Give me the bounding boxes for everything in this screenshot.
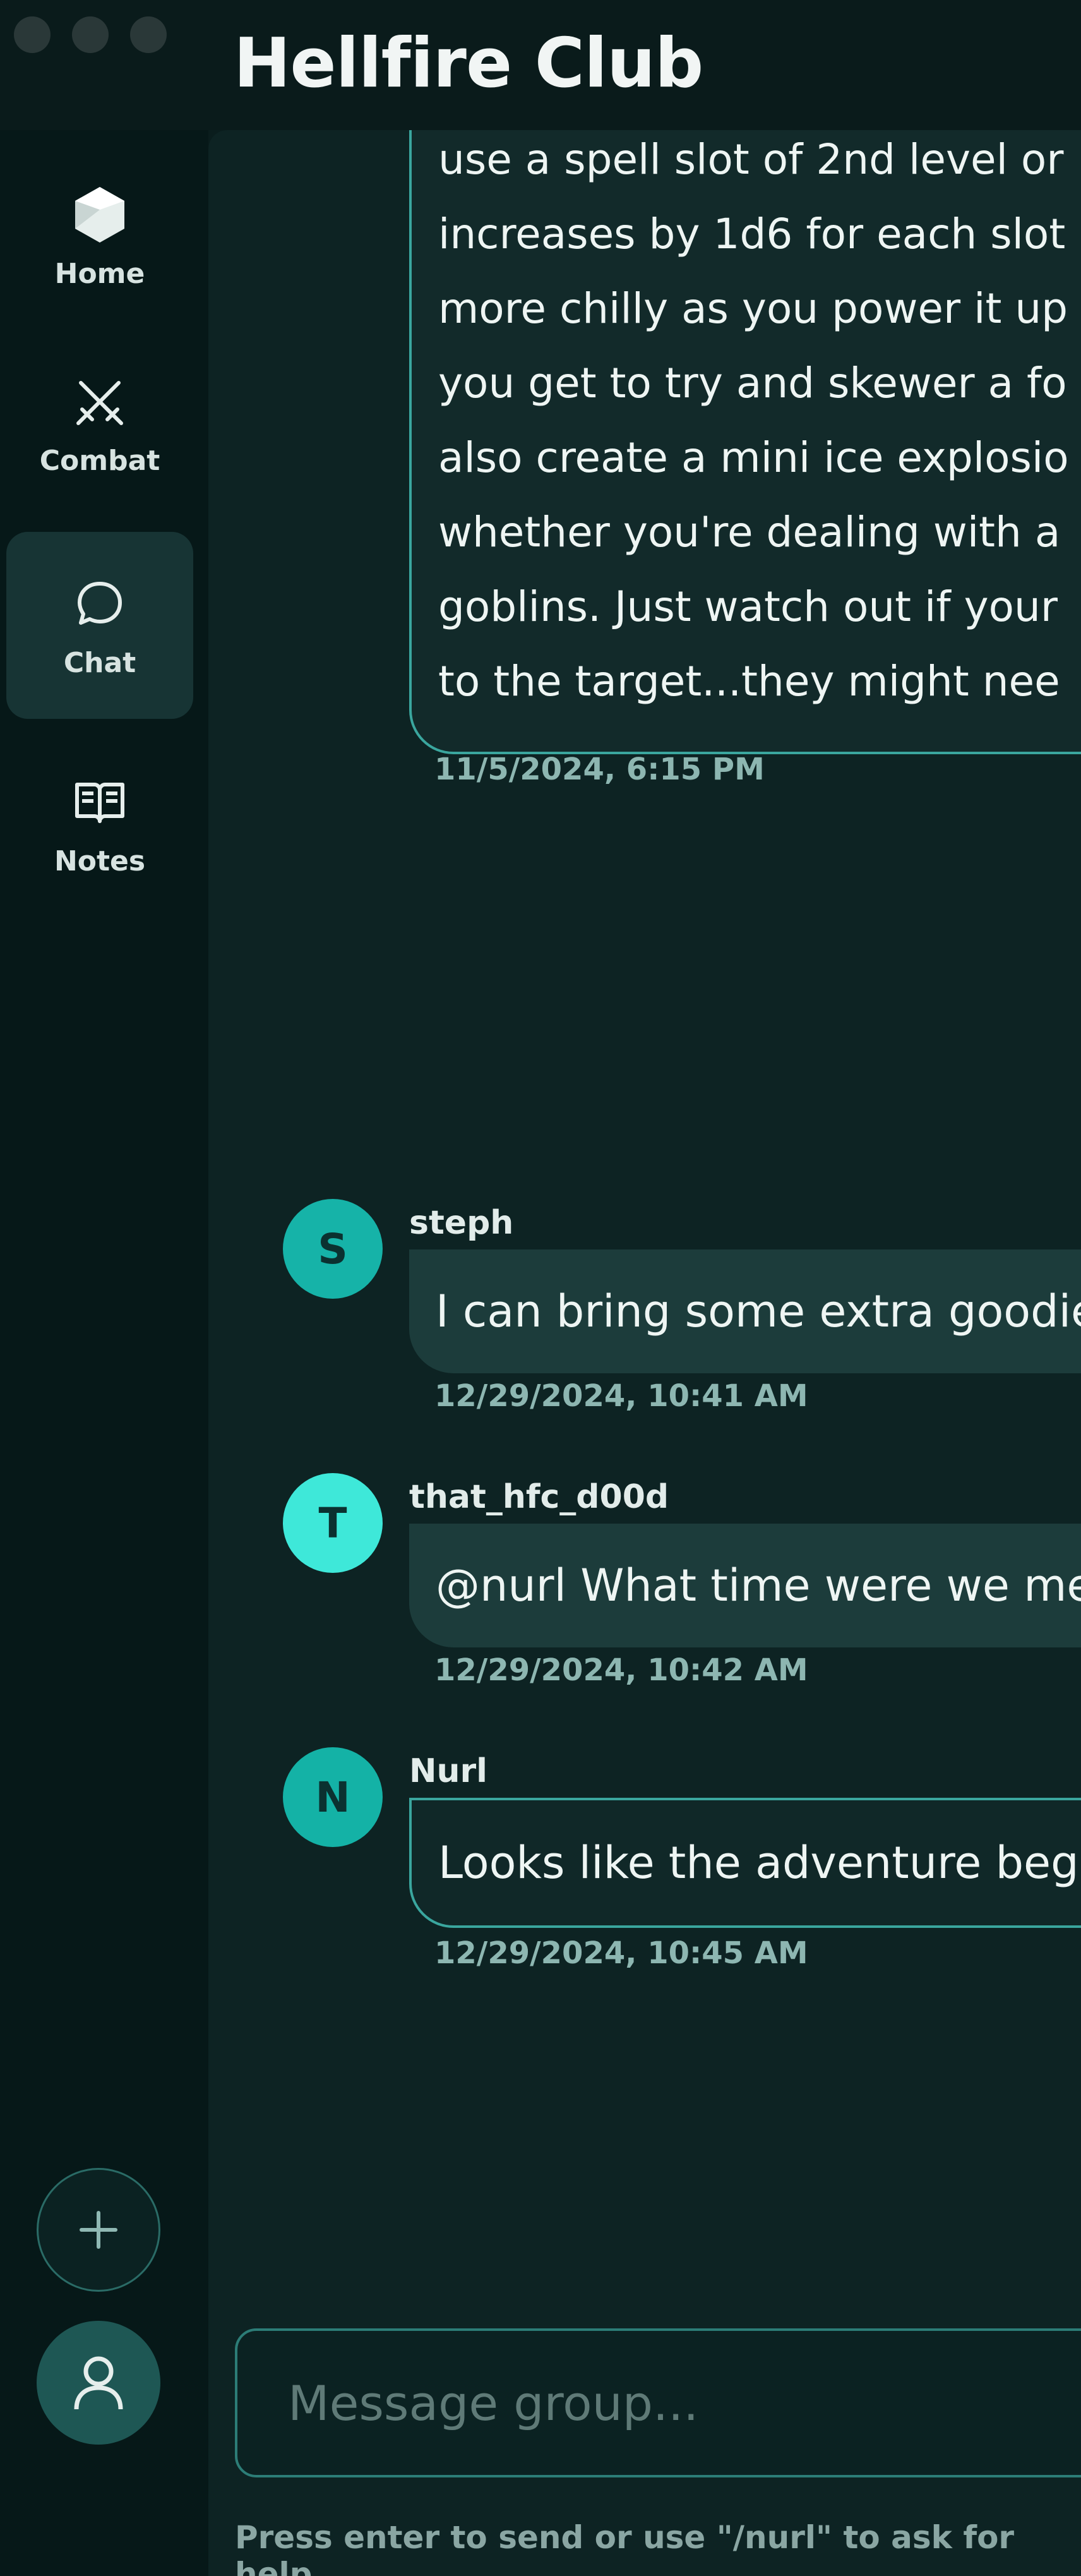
user-icon — [74, 2356, 123, 2410]
message-sender: that_hfc_d00d — [409, 1478, 669, 1516]
message-sender: steph — [409, 1204, 514, 1242]
d20-icon — [68, 183, 131, 246]
message-bubble: use a spell slot of 2nd level or increas… — [409, 130, 1081, 754]
message-bubble: I can bring some extra goodie — [409, 1249, 1081, 1373]
message-timestamp: 12/29/2024, 10:41 AM — [434, 1378, 808, 1414]
avatar: N — [283, 1747, 383, 1847]
message-bubble: Looks like the adventure begi — [409, 1798, 1081, 1928]
title-bar: Hellfire Club — [0, 0, 1081, 130]
message-text-line: use a spell slot of 2nd level or — [438, 135, 1064, 184]
avatar-initial: S — [318, 1224, 348, 1273]
sidebar: Home Combat Chat Notes — [0, 130, 208, 2576]
message-input-placeholder: Message group... — [288, 2374, 699, 2431]
chat-bubble-icon — [68, 572, 131, 635]
sidebar-item-chat[interactable]: Chat — [6, 532, 193, 719]
sidebar-item-home[interactable]: Home — [6, 143, 193, 330]
avatar-initial: N — [315, 1773, 350, 1822]
message-sender: Nurl — [409, 1752, 488, 1790]
message-text-line: also create a mini ice explosio — [438, 433, 1069, 482]
sidebar-item-label: Combat — [39, 444, 160, 477]
window-controls — [14, 16, 167, 53]
minimize-window-button[interactable] — [72, 16, 109, 53]
message-text-line: to the target...they might nee — [438, 657, 1060, 706]
avatar: S — [283, 1199, 383, 1299]
avatar-initial: T — [318, 1498, 347, 1548]
message-timestamp: 12/29/2024, 10:45 AM — [434, 1935, 808, 1971]
sidebar-item-label: Notes — [54, 845, 146, 877]
message-timestamp: 12/29/2024, 10:42 AM — [434, 1652, 808, 1688]
plus-icon — [80, 2211, 117, 2249]
composer-hint: Press enter to send or use "/nurl" to as… — [235, 2519, 1015, 2576]
app-title: Hellfire Club — [234, 24, 703, 103]
sidebar-item-combat[interactable]: Combat — [6, 330, 193, 517]
avatar: T — [283, 1473, 383, 1573]
message-text-line: increases by 1d6 for each slot — [438, 210, 1066, 258]
message-input[interactable]: Message group... — [235, 2328, 1081, 2477]
message-text-line: goblins. Just watch out if your — [438, 582, 1058, 631]
message-bubble: @nurl What time were we me — [409, 1524, 1081, 1647]
add-button[interactable] — [37, 2168, 160, 2292]
message-timestamp: 11/5/2024, 6:15 PM — [434, 752, 765, 787]
message-text-line: you get to try and skewer a fo — [438, 359, 1067, 407]
message-text-line: more chilly as you power it up — [438, 284, 1068, 333]
profile-button[interactable] — [37, 2321, 160, 2445]
sidebar-item-notes[interactable]: Notes — [6, 730, 193, 917]
message-text: @nurl What time were we me — [436, 1560, 1081, 1611]
open-book-icon — [68, 771, 131, 834]
close-window-button[interactable] — [14, 16, 51, 53]
crossed-swords-icon — [68, 370, 131, 433]
sidebar-item-label: Chat — [63, 646, 136, 679]
chat-panel: use a spell slot of 2nd level or increas… — [208, 130, 1081, 2576]
message-text-line: whether you're dealing with a — [438, 508, 1061, 557]
message-text: Looks like the adventure begi — [438, 1837, 1081, 1889]
message-text: I can bring some extra goodie — [436, 1285, 1081, 1337]
sidebar-item-label: Home — [54, 257, 145, 290]
maximize-window-button[interactable] — [130, 16, 167, 53]
